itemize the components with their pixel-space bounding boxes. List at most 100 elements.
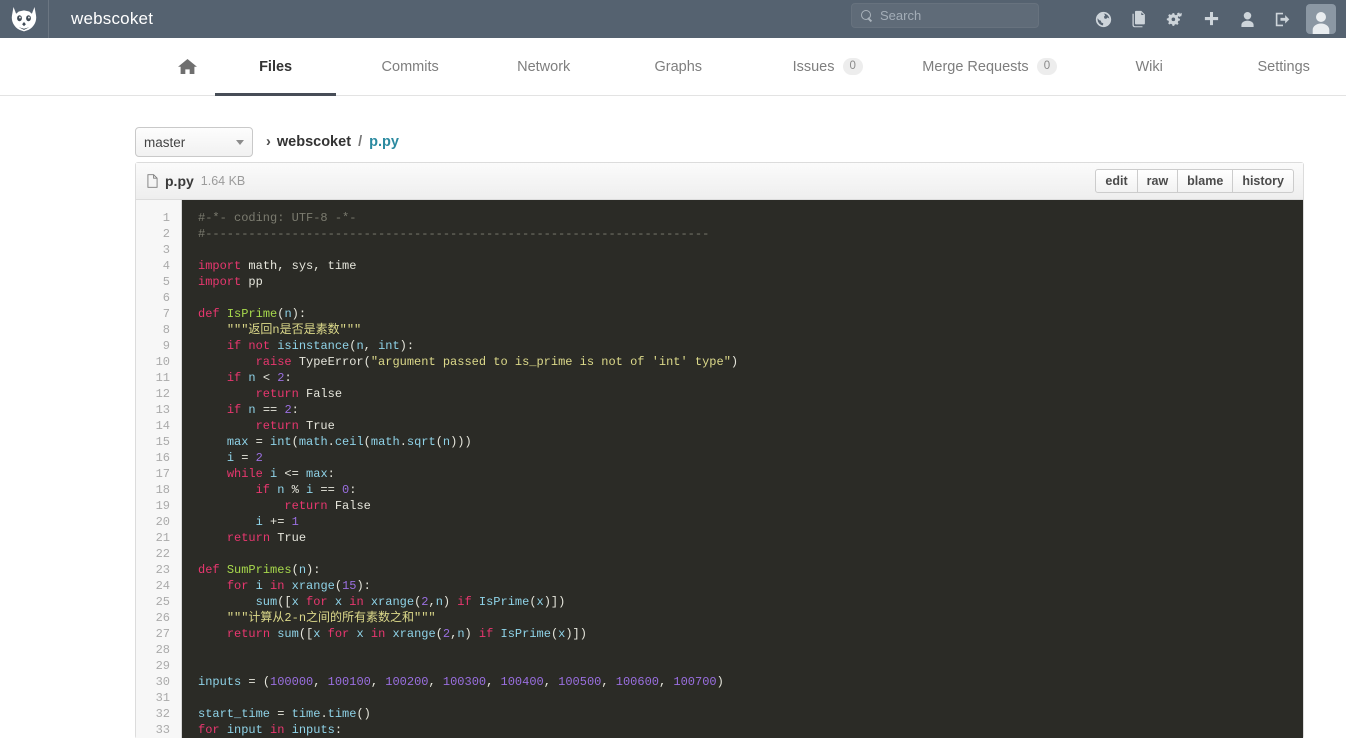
nav-tab-commits[interactable]: Commits [336,38,484,95]
code-token: start_time [198,707,271,721]
branch-selector[interactable]: master [135,127,253,157]
search-icon [861,9,873,22]
code-token: = [234,451,256,465]
history-button[interactable]: history [1233,169,1294,193]
code-line: return True [198,418,1303,434]
code-token: xrange [392,627,436,641]
file-icon [147,174,158,188]
globe-icon[interactable] [1085,0,1121,38]
line-number: 2 [162,227,170,241]
code-token: ([ [277,595,292,609]
code-token: for [226,579,249,593]
nav-tab-graphs[interactable]: Graphs [604,38,754,95]
code-token: while [226,467,263,481]
code-line: def SumPrimes(n): [198,562,1303,578]
code-token: 100300 [442,675,487,689]
code-token: , [659,675,674,689]
line-number: 28 [155,643,170,657]
blame-button[interactable]: blame [1178,169,1234,193]
nav-tab-issues[interactable]: Issues 0 [753,38,903,95]
code-line: return False [198,498,1303,514]
file-actions: edit raw blame history [1095,169,1294,193]
code-line: import pp [198,274,1303,290]
nav-tab-label: Settings [1257,58,1310,75]
code-line: sum([x for x in xrange(2,n) if IsPrime(x… [198,594,1303,610]
code-token: in [370,627,386,641]
code-token: #---------------------------------------… [198,227,710,241]
nav-tab-files[interactable]: Files [214,38,337,96]
line-number: 31 [155,691,170,705]
code-content[interactable]: #-*- coding: UTF-8 -*- #-----------------… [182,200,1303,738]
edit-button[interactable]: edit [1095,169,1138,193]
code-token: int [378,339,400,353]
nav-tab-label: Wiki [1135,58,1163,75]
plus-icon[interactable] [1193,0,1229,38]
code-line: i += 1 [198,514,1303,530]
code-token: for [306,595,328,609]
code-token: ( [291,563,299,577]
signout-icon[interactable] [1265,0,1301,38]
project-title[interactable]: webscoket [49,9,153,29]
code-token: ( [334,579,343,593]
line-number: 5 [162,275,170,289]
nav-tab-network[interactable]: Network [484,38,604,95]
code-token: = [248,435,271,449]
code-token: < [255,371,278,385]
raw-button[interactable]: raw [1137,169,1179,193]
code-token: ) [730,355,739,369]
code-token: ) [716,675,724,689]
code-token: if [478,627,494,641]
code-token: in [270,579,285,593]
breadcrumb-file[interactable]: p.py [369,134,399,150]
global-search[interactable]: Search [851,3,1039,28]
code-token: ( [363,435,371,449]
code-token: . [399,435,407,449]
code-line: return sum([x for x in xrange(2,n) if Is… [198,626,1303,642]
nav-tab-settings[interactable]: Settings [1221,38,1346,95]
files-icon[interactable] [1121,0,1157,38]
gears-icon[interactable] [1157,0,1193,38]
line-number: 3 [162,243,170,257]
code-line: """计算从2-n之间的所有素数之和""" [198,610,1303,626]
user-icon[interactable] [1229,0,1265,38]
nav-home[interactable] [160,38,215,95]
nav-tab-merge-requests[interactable]: Merge Requests 0 [903,38,1077,95]
code-token: () [356,707,371,721]
code-token: import [198,259,242,273]
app-logo[interactable] [0,0,48,38]
code-token: ( [435,627,443,641]
code-token: sum [277,627,299,641]
line-number: 32 [155,707,170,721]
issues-count-badge: 0 [842,58,863,75]
line-number: 11 [155,371,170,385]
code-line: return True [198,530,1303,546]
code-line: if not isinstance(n, int): [198,338,1303,354]
avatar[interactable] [1306,4,1336,34]
breadcrumb-row: master › webscoket / p.py [0,96,1346,162]
breadcrumb-repo[interactable]: webscoket [277,134,351,150]
code-token: if [226,339,242,353]
code-token: , [428,675,443,689]
code-token: in [270,723,285,737]
code-token: == [255,403,285,417]
code-token: """返回n是否是素数""" [226,323,362,337]
code-token: : [334,723,343,737]
nav-tab-wiki[interactable]: Wiki [1077,38,1222,95]
code-line: if n < 2: [198,370,1303,386]
code-token: 100600 [615,675,659,689]
line-number: 14 [155,419,170,433]
